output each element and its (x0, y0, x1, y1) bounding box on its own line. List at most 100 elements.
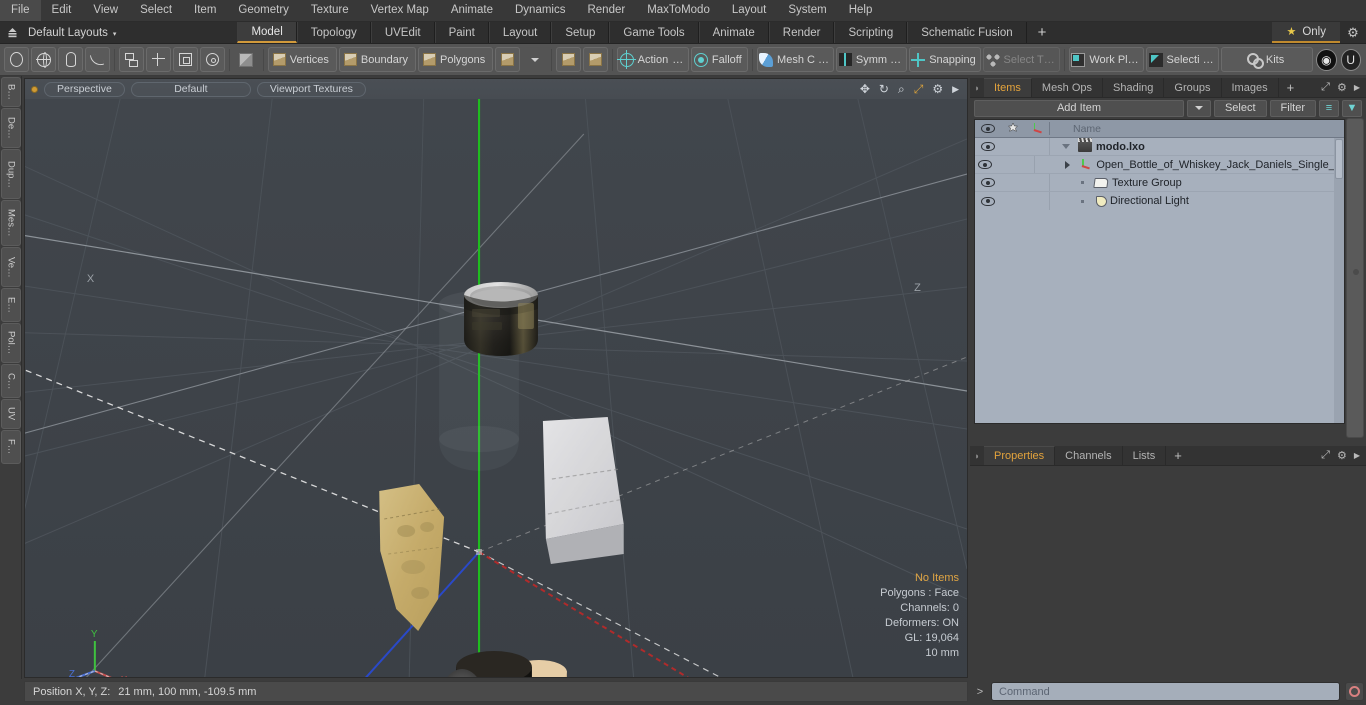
chevron-down-icon[interactable] (522, 47, 547, 72)
viewport-style-selector[interactable]: Default (130, 81, 251, 97)
vtab-duplicate[interactable]: Dup… (1, 149, 21, 199)
tab-layout[interactable]: Layout (488, 22, 552, 43)
record-icon[interactable] (1345, 682, 1364, 701)
scrollbar-grip[interactable] (1353, 269, 1359, 275)
table-row[interactable]: Directional Light (975, 192, 1344, 210)
tree-item-directional-light[interactable]: Directional Light (1050, 195, 1344, 207)
vtab-edge[interactable]: E… (1, 288, 21, 322)
symmetry-button[interactable]: Symm … (836, 47, 907, 72)
vtab-polygon[interactable]: Pol… (1, 323, 21, 363)
tab-setup[interactable]: Setup (551, 22, 610, 43)
select-button[interactable]: Select (1213, 99, 1267, 117)
menu-item-help[interactable]: Help (838, 0, 884, 21)
square-in-square-icon[interactable] (172, 47, 198, 72)
menu-item-texture[interactable]: Texture (300, 0, 360, 21)
vtab-vertex[interactable]: Ve… (1, 247, 21, 287)
viewport-3d[interactable]: Perspective Default Viewport Textures ✥ … (24, 78, 968, 678)
vtab-basic[interactable]: B… (1, 77, 21, 107)
tree-item-scene[interactable]: modo.lxo (1050, 138, 1344, 153)
tab-images[interactable]: Images (1222, 78, 1279, 97)
two-boxes-icon[interactable] (118, 47, 144, 72)
viewport-canvas[interactable]: X Z Y Z (25, 99, 967, 678)
curve-icon[interactable] (85, 47, 110, 72)
tab-shading[interactable]: Shading (1103, 78, 1165, 97)
home-up-icon[interactable] (0, 22, 24, 43)
tab-properties[interactable]: Properties (984, 446, 1056, 465)
add-item-dropdown[interactable] (1186, 99, 1211, 117)
selection-set-button[interactable]: Selecti … (1146, 47, 1220, 72)
tab-model[interactable]: Model (237, 22, 297, 43)
add-item-button[interactable]: Add Item (974, 99, 1184, 117)
menu-item-layout[interactable]: Layout (721, 0, 778, 21)
row-visibility-toggle[interactable] (975, 196, 1000, 206)
unity-badge-icon[interactable]: ◉ (1316, 48, 1337, 71)
scrollbar-thumb[interactable] (1335, 139, 1343, 179)
tab-paint[interactable]: Paint (434, 22, 489, 43)
vtab-curve[interactable]: C… (1, 364, 21, 398)
move-icon[interactable]: ✥ (860, 82, 870, 96)
tab-channels[interactable]: Channels (1055, 446, 1123, 465)
tab-scripting[interactable]: Scripting (834, 22, 908, 43)
circle-in-circle-icon[interactable] (199, 47, 225, 72)
cube-icon[interactable] (234, 47, 259, 72)
menu-item-maxtomodo[interactable]: MaxToModo (636, 0, 721, 21)
funnel-icon[interactable]: ▼ (1342, 99, 1362, 117)
filter-button[interactable]: Filter (1269, 99, 1316, 117)
center-pivot-icon[interactable] (556, 47, 582, 72)
items-add-tab-button[interactable]: + (1279, 78, 1303, 97)
tree-vertical-scrollbar[interactable] (1334, 138, 1344, 423)
arrow-icon[interactable]: ▶ (1354, 83, 1360, 92)
layout-selector[interactable]: Default Layouts ▾ (24, 22, 124, 43)
tube-icon[interactable] (58, 47, 83, 72)
expand-icon[interactable]: ⤢ (1321, 449, 1330, 462)
vtab-deform[interactable]: De… (1, 108, 21, 148)
add-tab-button[interactable]: + (1026, 22, 1058, 43)
menu-item-file[interactable]: File (0, 0, 41, 21)
menu-item-render[interactable]: Render (576, 0, 636, 21)
menu-item-view[interactable]: View (82, 0, 129, 21)
only-button[interactable]: ★ Only (1272, 22, 1340, 43)
center-pivot-alt-icon[interactable] (583, 47, 609, 72)
gear-icon[interactable]: ⚙ (1337, 449, 1347, 462)
menu-item-dynamics[interactable]: Dynamics (504, 0, 576, 21)
mesh-constraint-button[interactable]: Mesh C … (756, 47, 835, 72)
properties-add-tab-button[interactable]: + (1166, 446, 1190, 465)
ellipse-icon[interactable] (4, 47, 29, 72)
viewport-projection-selector[interactable]: Perspective (44, 81, 125, 97)
menu-item-edit[interactable]: Edit (41, 0, 83, 21)
menu-item-item[interactable]: Item (183, 0, 227, 21)
list-options-icon[interactable]: ≡ (1319, 99, 1339, 117)
rotate-icon[interactable]: ↻ (879, 82, 889, 96)
arrow-icon[interactable]: ▶ (1354, 451, 1360, 460)
mode-boundary-button[interactable]: Boundary (338, 47, 416, 72)
unreal-badge-icon[interactable]: U (1340, 48, 1361, 71)
menu-item-system[interactable]: System (777, 0, 837, 21)
tab-mesh-ops[interactable]: Mesh Ops (1032, 78, 1104, 97)
item-tree[interactable]: Name modo.lxo Open_Bottle_of_Whiskey_Jac… (974, 119, 1345, 424)
mode-vertices-button[interactable]: Vertices (267, 47, 337, 72)
zoom-icon[interactable]: ⌕ (898, 82, 905, 97)
globe-icon[interactable] (31, 47, 56, 72)
menu-item-geometry[interactable]: Geometry (227, 0, 300, 21)
work-plane-button[interactable]: Work Pl… (1068, 47, 1145, 72)
tab-render[interactable]: Render (768, 22, 835, 43)
twirl-down-icon[interactable] (1058, 144, 1074, 149)
vtab-fusion[interactable]: F… (1, 430, 21, 464)
table-row[interactable]: Texture Group (975, 174, 1344, 192)
tab-items[interactable]: Items (984, 78, 1032, 97)
tab-animate[interactable]: Animate (698, 22, 769, 43)
table-row[interactable]: Open_Bottle_of_Whiskey_Jack_Daniels_Sing… (975, 156, 1344, 174)
tab-lists[interactable]: Lists (1123, 446, 1167, 465)
plus-cross-icon[interactable] (145, 47, 171, 72)
command-input[interactable]: Command (991, 682, 1340, 701)
tab-game-tools[interactable]: Game Tools (609, 22, 699, 43)
tab-uvedit[interactable]: UVEdit (370, 22, 435, 43)
mode-polygons-button[interactable]: Polygons (418, 47, 494, 72)
mode-extra-button[interactable] (495, 47, 521, 72)
row-visibility-toggle[interactable] (975, 142, 1000, 151)
select-through-button[interactable]: Select T… (983, 47, 1061, 72)
expand-icon[interactable]: ⤢ (1321, 81, 1330, 94)
twirl-right-icon[interactable] (1059, 160, 1075, 169)
vtab-mesh-edit[interactable]: Mes… (1, 200, 21, 246)
panel-knob-icon[interactable]: ◗ (970, 78, 984, 97)
